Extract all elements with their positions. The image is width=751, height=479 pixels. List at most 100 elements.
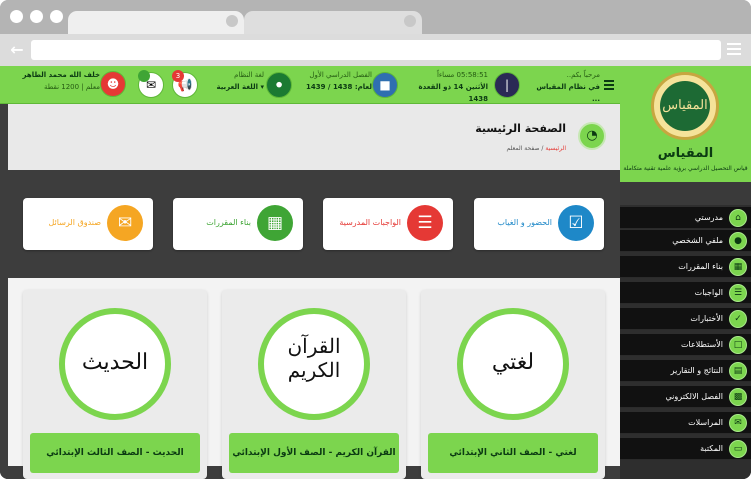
reports-icon: ▤ [729, 362, 747, 380]
course-card-quran[interactable]: القرآن الكريم القرآن الكريم - الصف الأول… [222, 290, 406, 479]
date-value: الأثنين 14 ذو القعدة 1438 [418, 83, 488, 103]
quick-link-courses[interactable]: ▦ بناء المقررات [173, 198, 303, 250]
top-bar: خلف الله محمد الطاهر معلم | 1200 نقطة ☻ … [0, 66, 620, 104]
breadcrumb: الرئيسية / صفحة المعلم [506, 145, 566, 152]
mail-badge [138, 70, 150, 82]
flag-icon: ⚫ [266, 72, 292, 98]
sidebar-item-label: المكتبة [700, 444, 723, 453]
exams-icon: ✓ [729, 310, 747, 328]
course-button[interactable]: الحديث - الصف الثالث الإبتدائي [30, 433, 200, 473]
avatar[interactable]: ☻ [100, 71, 126, 97]
sidebar-item-library[interactable]: ▭ المكتبة [620, 438, 751, 460]
courses-icon: ▦ [729, 258, 747, 276]
quick-link-label: الحضور و الغياب [497, 218, 552, 227]
sidebar-item-label: المراسلات [688, 418, 723, 427]
sidebar-item-label: الأختبارات [690, 314, 723, 323]
envelope-icon: ✉ [107, 205, 143, 241]
sidebar-item-eclass[interactable]: ▩ الفصل الالكتروني [620, 386, 751, 408]
sidebar-item-label: الأستطلاعات [681, 340, 723, 349]
quick-link-homework[interactable]: ☰ الواجبات المدرسية [323, 198, 453, 250]
browser-tab-bar [0, 0, 751, 34]
breadcrumb-separator: / [541, 145, 544, 152]
tab-close-icon[interactable] [226, 15, 238, 27]
sidebar-item-messages[interactable]: ✉ المراسلات [620, 412, 751, 434]
browser-window: ← خلف الله محمد الطاهر معلم | 1200 نقطة … [0, 0, 751, 479]
language-value: اللغة العربية [216, 83, 259, 91]
browser-menu-icon[interactable] [727, 43, 741, 55]
brand-panel: المقياس المقياس قياس التحصيل الدراسي برؤ… [620, 66, 751, 182]
sidebar-item-my-school[interactable]: ⌂ مدرستي [620, 207, 751, 229]
url-input[interactable] [31, 40, 721, 60]
profile-icon: ● [729, 232, 747, 250]
sidebar-item-label: الفصل الالكتروني [665, 392, 723, 401]
semester-info: الفصل الدراسي الأول لعام: 1438 / 1439 [304, 69, 372, 101]
language-label: لغة النظام [234, 71, 264, 79]
course-ring: القرآن الكريم [258, 308, 370, 420]
breadcrumb-current: صفحة المعلم [506, 145, 540, 152]
page-header: ◔ الصفحة الرئيسية الرئيسية / صفحة المعلم [8, 104, 620, 170]
course-card-hadith[interactable]: الحديث الحديث - الصف الثالث الإبتدائي [23, 290, 207, 479]
course-ring: الحديث [59, 308, 171, 420]
browser-tab[interactable] [244, 11, 422, 34]
sidebar-item-profile[interactable]: ● ملفي الشخصي [620, 230, 751, 252]
address-bar: ← [0, 34, 751, 66]
course-button[interactable]: لغتي - الصف الثاني الإبتدائي [428, 433, 598, 473]
clock-icon: | [494, 72, 520, 98]
courses-building-icon: ▦ [257, 205, 293, 241]
window-dot-close[interactable] [10, 10, 23, 23]
year-label: لعام: 1438 / 1439 [306, 83, 372, 91]
datetime-info: 05:58:51 مساءاً الأثنين 14 ذو القعدة 143… [408, 69, 488, 103]
greeting-text: مرحباً بكم.. [566, 71, 600, 79]
sidebar-item-label: الواجبات [694, 288, 723, 297]
browser-tab-active[interactable] [68, 11, 244, 34]
messages-icon: ✉ [729, 414, 747, 432]
eclass-icon: ▩ [729, 388, 747, 406]
quick-link-label: صندوق الرسائل [48, 218, 101, 227]
user-name: خلف الله محمد الطاهر [22, 71, 100, 79]
notification-badge: 3 [172, 70, 184, 82]
sidebar-item-surveys[interactable]: □ الأستطلاعات [620, 334, 751, 356]
window-dot-minimize[interactable] [30, 10, 43, 23]
time-value: 05:58:51 [456, 71, 488, 79]
user-info[interactable]: خلف الله محمد الطاهر معلم | 1200 نقطة [14, 69, 100, 101]
sidebar-item-courses[interactable]: ▦ بناء المقررات [620, 256, 751, 278]
sidebar-item-label: النتائج و التقارير [670, 366, 723, 375]
library-icon: ▭ [729, 440, 747, 458]
page-title: الصفحة الرئيسية [475, 122, 566, 135]
course-button[interactable]: القرآن الكريم - الصف الأول الإبتدائي [229, 433, 399, 473]
course-ring-text-1: القرآن [287, 334, 341, 358]
app-root: خلف الله محمد الطاهر معلم | 1200 نقطة ☻ … [0, 66, 751, 479]
sidebar-item-homework[interactable]: ☰ الواجبات [620, 282, 751, 304]
sidebar-item-exams[interactable]: ✓ الأختبارات [620, 308, 751, 330]
attendance-icon: ☑ [558, 205, 594, 241]
surveys-icon: □ [729, 336, 747, 354]
sidebar-toggle-icon[interactable] [604, 80, 614, 90]
course-ring-text: لغتي [491, 350, 535, 375]
course-ring-text: الحديث [81, 350, 149, 375]
window-dot-maximize[interactable] [50, 10, 63, 23]
user-role: معلم [85, 83, 100, 91]
course-ring: لغتي [457, 308, 569, 420]
sidebar-item-label: بناء المقررات [678, 262, 723, 271]
tab-close-icon[interactable] [404, 15, 416, 27]
language-selector[interactable]: لغة النظام ▾ اللغة العربية [214, 69, 264, 101]
system-name: في نظام المقياس ... [536, 83, 600, 103]
course-ring-text-2: الكريم [287, 358, 341, 382]
brand-tagline: قياس التحصيل الدراسي برؤية علمية تقنية م… [623, 165, 748, 172]
book-icon: ■ [372, 72, 398, 98]
breadcrumb-home-link[interactable]: الرئيسية [545, 145, 566, 152]
homework-book-icon: ☰ [407, 205, 443, 241]
logo[interactable]: المقياس [651, 72, 719, 140]
back-arrow-icon[interactable]: ← [8, 41, 26, 59]
quick-link-attendance[interactable]: ☑ الحضور و الغياب [474, 198, 604, 250]
sidebar-item-label: مدرستي [694, 213, 723, 222]
school-icon: ⌂ [729, 209, 747, 227]
sidebar-item-reports[interactable]: ▤ النتائج و التقارير [620, 360, 751, 382]
sidebar: ⌂ مدرستي ● ملفي الشخصي ▦ بناء المقررات ☰ الو… [620, 205, 751, 479]
homework-icon: ☰ [729, 284, 747, 302]
greeting: مرحباً بكم.. في نظام المقياس ... [526, 69, 600, 103]
quick-link-label: الواجبات المدرسية [339, 218, 401, 227]
course-card-lughati[interactable]: لغتي لغتي - الصف الثاني الإبتدائي [421, 290, 605, 479]
quick-link-inbox[interactable]: ✉ صندوق الرسائل [23, 198, 153, 250]
brand-name: المقياس [657, 146, 714, 161]
